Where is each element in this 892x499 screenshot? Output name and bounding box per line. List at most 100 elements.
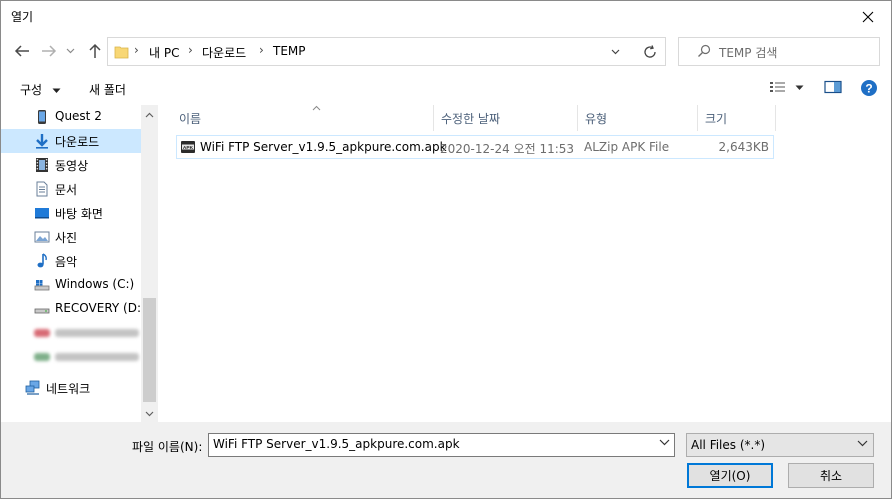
breadcrumb-item[interactable]: TEMP xyxy=(273,44,306,58)
organize-button[interactable]: 구성 xyxy=(20,81,61,98)
sidebar-item-label: Quest 2 xyxy=(55,109,102,123)
filetype-value: All Files (*.*) xyxy=(691,438,766,452)
table-row[interactable]: APK WiFi FTP Server_v1.9.5_apkpure.com.a… xyxy=(176,135,774,159)
file-name: WiFi FTP Server_v1.9.5_apkpure.com.apk xyxy=(200,140,447,154)
forward-arrow-icon xyxy=(42,45,57,57)
apk-file-icon: APK xyxy=(181,141,195,153)
network-icon xyxy=(25,380,40,395)
breadcrumb-separator: › xyxy=(188,43,193,57)
column-header-label: 유형 xyxy=(585,112,608,126)
column-header-type[interactable]: 유형 xyxy=(578,105,698,131)
pictures-icon xyxy=(34,231,50,243)
sidebar-item-recovery-d[interactable]: RECOVERY (D:) xyxy=(1,297,146,321)
redacted-icon xyxy=(34,353,50,361)
chevron-down-icon xyxy=(145,411,154,416)
sidebar-item-label: 바탕 화면 xyxy=(55,207,103,221)
file-list: 이름 수정한 날짜 유형 크기 APK WiFi FTP Server_v1.9… xyxy=(159,105,891,422)
drive-icon xyxy=(34,280,50,291)
column-header-label: 수정한 날짜 xyxy=(441,112,501,126)
help-button[interactable]: ? xyxy=(860,79,878,100)
refresh-icon xyxy=(643,44,656,58)
sidebar-item-label: 다운로드 xyxy=(55,135,100,149)
sidebar-item-windows-c[interactable]: Windows (C:) xyxy=(1,273,141,297)
navigation-pane: Quest 2 다운로드 동영상 문서 바탕 화면 사진 음악 Windows … xyxy=(1,105,158,422)
help-icon: ? xyxy=(861,80,877,96)
close-icon xyxy=(862,11,874,22)
music-icon xyxy=(37,253,47,268)
chevron-down-icon[interactable] xyxy=(611,49,620,55)
chevron-down-icon xyxy=(66,48,74,54)
sidebar-item-documents[interactable]: 문서 xyxy=(1,177,141,201)
open-button[interactable]: 열기(O) xyxy=(687,463,773,488)
redacted-icon xyxy=(34,329,50,337)
chevron-down-icon xyxy=(52,88,61,93)
view-options-button[interactable] xyxy=(769,80,804,97)
scrollbar-thumb[interactable] xyxy=(143,298,156,402)
sidebar-item-desktop[interactable]: 바탕 화면 xyxy=(1,201,141,225)
chevron-up-icon xyxy=(145,112,154,117)
close-button[interactable] xyxy=(845,1,891,32)
sidebar-item-label: 동영상 xyxy=(55,159,89,173)
sidebar-item-label: 음악 xyxy=(55,255,78,269)
sidebar-item-redacted[interactable] xyxy=(1,345,141,369)
column-header-size[interactable]: 크기 xyxy=(698,105,776,131)
breadcrumb-item[interactable]: 내 PC xyxy=(149,44,179,61)
recent-locations-button[interactable] xyxy=(63,40,77,62)
scroll-up-button[interactable] xyxy=(144,109,155,120)
sidebar-item-label: 네트워크 xyxy=(46,382,91,396)
scroll-down-button[interactable] xyxy=(144,408,155,419)
sidebar-item-redacted[interactable] xyxy=(1,321,141,345)
refresh-button[interactable] xyxy=(634,37,666,66)
sidebar-item-label: Windows (C:) xyxy=(55,277,135,291)
download-arrow-icon xyxy=(36,134,48,149)
column-header-name[interactable]: 이름 xyxy=(172,105,434,131)
search-icon xyxy=(698,44,711,57)
forward-button[interactable] xyxy=(38,40,60,62)
video-icon xyxy=(36,158,48,172)
column-header-modified[interactable]: 수정한 날짜 xyxy=(434,105,578,131)
sidebar-item-downloads[interactable]: 다운로드 xyxy=(1,129,141,153)
back-arrow-icon xyxy=(14,45,29,57)
file-modified: 2020-12-24 오전 11:53 xyxy=(440,142,575,156)
sidebar-item-pictures[interactable]: 사진 xyxy=(1,225,141,249)
file-size: 2,643KB xyxy=(718,140,769,154)
preview-pane-button[interactable] xyxy=(824,80,842,97)
search-placeholder: TEMP 검색 xyxy=(719,46,778,60)
filename-label: 파일 이름(N): xyxy=(132,440,203,454)
dialog-footer: 파일 이름(N): All Files (*.*) 열기(O) 취소 xyxy=(1,422,891,498)
column-header-label: 크기 xyxy=(705,112,728,126)
breadcrumb-separator: › xyxy=(134,43,139,57)
up-button[interactable] xyxy=(84,40,106,62)
sidebar-item-network[interactable]: 네트워크 xyxy=(0,376,132,400)
sidebar-item-videos[interactable]: 동영상 xyxy=(1,153,141,177)
back-button[interactable] xyxy=(11,40,33,62)
sidebar-item-music[interactable]: 음악 xyxy=(1,249,141,273)
filetype-dropdown[interactable]: All Files (*.*) xyxy=(686,433,874,457)
breadcrumb-separator: › xyxy=(259,43,264,57)
folder-icon xyxy=(114,46,129,59)
cancel-button[interactable]: 취소 xyxy=(788,463,874,488)
phone-icon xyxy=(38,110,46,124)
navigation-row: › 내 PC › 다운로드 › TEMP TEMP 검색 xyxy=(1,32,891,70)
file-type: ALZip APK File xyxy=(584,140,670,154)
breadcrumb-item[interactable]: 다운로드 xyxy=(202,44,246,61)
svg-text:?: ? xyxy=(865,81,872,95)
chevron-down-icon[interactable] xyxy=(659,439,670,446)
up-arrow-icon xyxy=(89,43,101,58)
filename-field[interactable] xyxy=(213,437,653,451)
chevron-down-icon xyxy=(857,440,868,447)
search-box[interactable]: TEMP 검색 xyxy=(678,37,880,66)
sidebar-item-label: RECOVERY (D:) xyxy=(55,301,146,315)
new-folder-button[interactable]: 새 폴더 xyxy=(89,81,126,98)
chevron-down-icon xyxy=(795,85,804,90)
desktop-icon xyxy=(35,208,49,219)
open-file-dialog: 열기 › 내 PC › 다운로드 › TEMP TEMP 검색 구성 새 폴더 … xyxy=(0,0,892,499)
command-toolbar: 구성 새 폴더 ? xyxy=(1,71,891,105)
column-header-label: 이름 xyxy=(179,112,202,126)
filename-combobox[interactable] xyxy=(208,433,675,457)
address-bar[interactable]: › 내 PC › 다운로드 › TEMP xyxy=(107,37,666,66)
navigation-scrollbar[interactable] xyxy=(141,105,158,422)
redacted-label xyxy=(55,353,139,361)
sidebar-item-quest2[interactable]: Quest 2 xyxy=(1,105,141,129)
preview-pane-icon xyxy=(824,80,842,94)
